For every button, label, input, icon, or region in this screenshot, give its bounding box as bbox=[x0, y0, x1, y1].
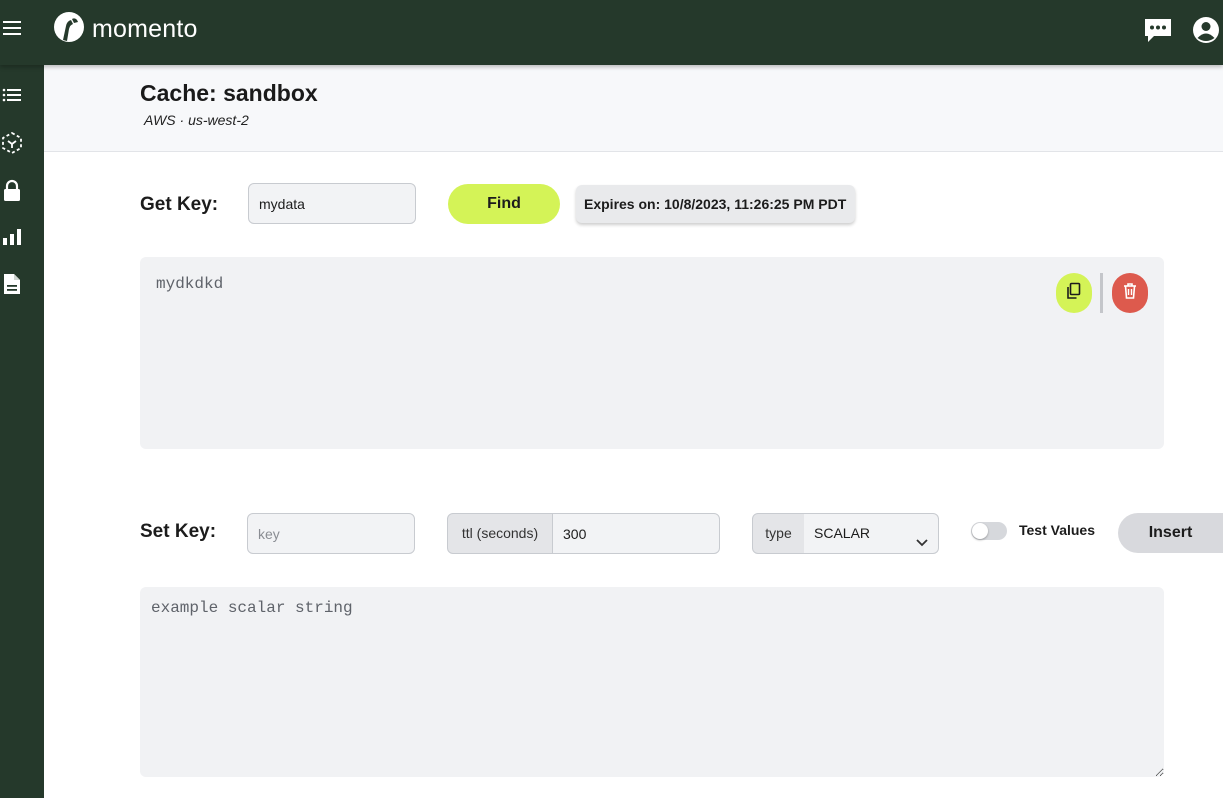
copy-button[interactable] bbox=[1056, 273, 1092, 313]
insert-button[interactable]: Insert bbox=[1118, 513, 1223, 553]
find-button[interactable]: Find bbox=[448, 184, 560, 224]
value-display: mydkdkd bbox=[140, 257, 1164, 449]
copy-icon bbox=[1064, 281, 1084, 306]
page-title: Cache: sandbox bbox=[140, 80, 318, 106]
hamburger-menu-icon[interactable] bbox=[0, 16, 24, 40]
cache-region: AWS · us-west-2 bbox=[144, 112, 249, 128]
page-header: Cache: sandbox AWS · us-west-2 bbox=[44, 65, 1223, 152]
set-key-label: Set Key: bbox=[140, 521, 217, 542]
cache-value: mydkdkd bbox=[156, 275, 224, 293]
delete-button[interactable] bbox=[1112, 273, 1148, 313]
test-values-label: Test Values bbox=[1019, 522, 1096, 538]
ttl-label: ttl (seconds) bbox=[447, 513, 553, 554]
brand-name: momento bbox=[92, 14, 198, 43]
momento-logo-icon bbox=[52, 10, 86, 49]
type-label: type bbox=[752, 513, 805, 554]
bar-chart-icon[interactable] bbox=[0, 225, 24, 249]
value-input[interactable] bbox=[140, 587, 1164, 777]
test-values-toggle[interactable] bbox=[971, 522, 1007, 540]
brand-logo[interactable]: momento bbox=[52, 10, 198, 49]
action-divider bbox=[1100, 273, 1103, 313]
type-select[interactable]: SCALAR bbox=[804, 513, 939, 554]
top-bar: momento bbox=[0, 0, 1223, 65]
set-key-input[interactable] bbox=[247, 513, 415, 554]
document-icon[interactable] bbox=[0, 272, 24, 296]
trash-icon bbox=[1120, 281, 1140, 306]
lock-icon[interactable] bbox=[0, 179, 24, 203]
expires-badge: Expires on: 10/8/2023, 11:26:25 PM PDT bbox=[576, 185, 855, 223]
sidebar bbox=[0, 65, 44, 798]
type-selected-value: SCALAR bbox=[814, 525, 871, 541]
chat-bubble-icon[interactable] bbox=[1142, 14, 1174, 46]
account-circle-icon[interactable] bbox=[1190, 14, 1222, 46]
toggle-knob bbox=[972, 523, 988, 539]
get-key-input[interactable] bbox=[248, 183, 416, 224]
ttl-input[interactable] bbox=[552, 513, 720, 554]
get-key-label: Get Key: bbox=[140, 194, 219, 215]
list-icon[interactable] bbox=[0, 83, 24, 107]
dashed-cube-icon[interactable] bbox=[0, 131, 24, 155]
chevron-down-icon bbox=[914, 526, 930, 547]
